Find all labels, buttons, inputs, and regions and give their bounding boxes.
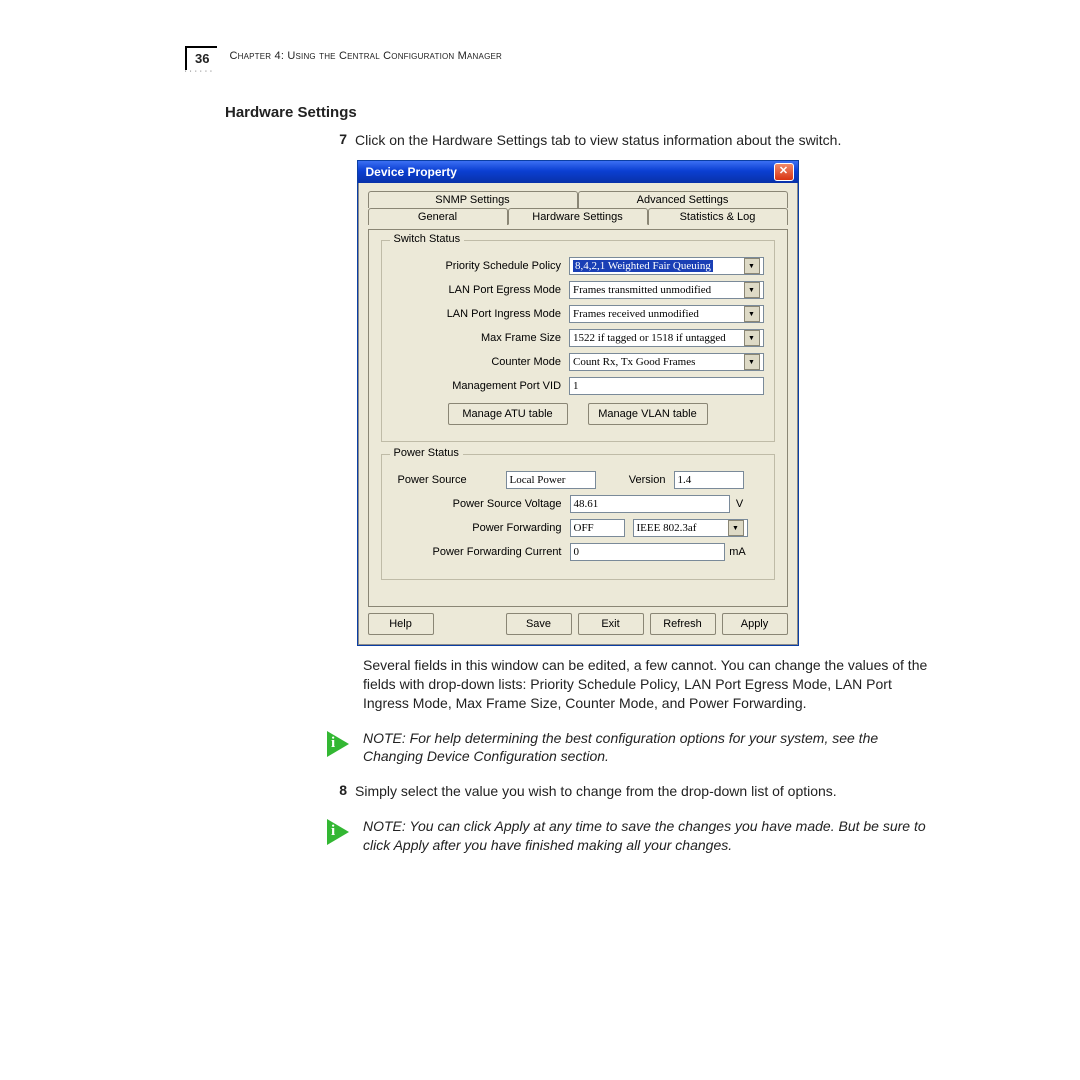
exit-button[interactable]: Exit [578,613,644,635]
voltage-value: 48.61 [570,495,730,513]
max-frame-label: Max Frame Size [392,332,570,344]
header-dots: · · · · · · [185,70,213,74]
tab-general[interactable]: General [368,208,508,225]
paragraph-editable-fields: Several fields in this window can be edi… [363,656,930,713]
window-titlebar[interactable]: Device Property ✕ [358,161,798,183]
power-forwarding-mode-select[interactable]: IEEE 802.3af ▼ [633,519,748,537]
counter-mode-select[interactable]: Count Rx, Tx Good Frames ▼ [569,353,763,371]
power-forwarding-label: Power Forwarding [392,522,570,534]
mgmt-vid-label: Management Port VID [392,380,570,392]
mgmt-vid-input[interactable]: 1 [569,377,763,395]
note-text: NOTE: For help determining the best conf… [363,729,930,767]
switch-status-legend: Switch Status [390,233,465,245]
priority-policy-select[interactable]: 8,4,2,1 Weighted Fair Queuing ▼ [569,257,763,275]
tab-content: Switch Status Priority Schedule Policy 8… [368,229,788,607]
note-2: i NOTE: You can click Apply at any time … [327,817,930,855]
counter-mode-label: Counter Mode [392,356,570,368]
note-text: NOTE: You can click Apply at any time to… [363,817,930,855]
chevron-down-icon: ▼ [744,306,760,322]
window-title: Device Property [362,165,457,179]
page-number: 36 [195,51,209,66]
ingress-mode-label: LAN Port Ingress Mode [392,308,570,320]
power-source-value: Local Power [506,471,596,489]
chevron-down-icon: ▼ [744,354,760,370]
page-header: 36 · · · · · · Chapter 4: Using the Cent… [185,46,930,70]
current-unit: mA [725,546,751,558]
version-label: Version [596,474,674,486]
save-button[interactable]: Save [506,613,572,635]
step-7: 7 Click on the Hardware Settings tab to … [225,131,930,150]
egress-mode-select[interactable]: Frames transmitted unmodified ▼ [569,281,763,299]
tab-strip: SNMP Settings Advanced Settings General … [368,191,788,229]
manage-atu-button[interactable]: Manage ATU table [448,403,568,425]
power-status-group: Power Status Power Source Local Power Ve… [381,454,775,580]
step-text: Simply select the value you wish to chan… [355,782,930,801]
device-property-window: Device Property ✕ SNMP Settings Advanced… [357,160,799,646]
chevron-down-icon: ▼ [744,282,760,298]
voltage-label: Power Source Voltage [392,498,570,510]
forwarding-current-label: Power Forwarding Current [392,546,570,558]
note-1: i NOTE: For help determining the best co… [327,729,930,767]
chevron-down-icon: ▼ [744,330,760,346]
tab-advanced-settings[interactable]: Advanced Settings [578,191,788,208]
power-status-legend: Power Status [390,447,463,459]
egress-mode-label: LAN Port Egress Mode [392,284,570,296]
step-number: 8 [225,782,355,801]
section-heading: Hardware Settings [225,104,930,121]
step-text: Click on the Hardware Settings tab to vi… [355,131,930,150]
ingress-mode-select[interactable]: Frames received unmodified ▼ [569,305,763,323]
priority-policy-label: Priority Schedule Policy [392,260,570,272]
max-frame-select[interactable]: 1522 if tagged or 1518 if untagged ▼ [569,329,763,347]
tab-statistics-log[interactable]: Statistics & Log [648,208,788,225]
manual-page: 36 · · · · · · Chapter 4: Using the Cent… [0,0,1080,1080]
chapter-title: Chapter 4: Using the Central Configurati… [229,46,502,62]
forwarding-current-value: 0 [570,543,725,561]
close-icon[interactable]: ✕ [774,163,794,181]
switch-status-group: Switch Status Priority Schedule Policy 8… [381,240,775,442]
refresh-button[interactable]: Refresh [650,613,716,635]
power-source-label: Power Source [392,474,506,486]
info-icon: i [327,819,353,845]
tab-snmp-settings[interactable]: SNMP Settings [368,191,578,208]
voltage-unit: V [730,498,750,510]
help-button[interactable]: Help [368,613,434,635]
page-number-box: 36 · · · · · · [185,46,217,70]
apply-button[interactable]: Apply [722,613,788,635]
chevron-down-icon: ▼ [744,258,760,274]
power-forwarding-value: OFF [570,519,625,537]
version-value: 1.4 [674,471,744,489]
manage-vlan-button[interactable]: Manage VLAN table [588,403,708,425]
tab-hardware-settings[interactable]: Hardware Settings [508,208,648,225]
step-number: 7 [225,131,355,150]
step-8: 8 Simply select the value you wish to ch… [225,782,930,801]
info-icon: i [327,731,353,757]
window-button-row: Help Save Exit Refresh Apply [368,613,788,635]
chevron-down-icon: ▼ [728,520,744,536]
